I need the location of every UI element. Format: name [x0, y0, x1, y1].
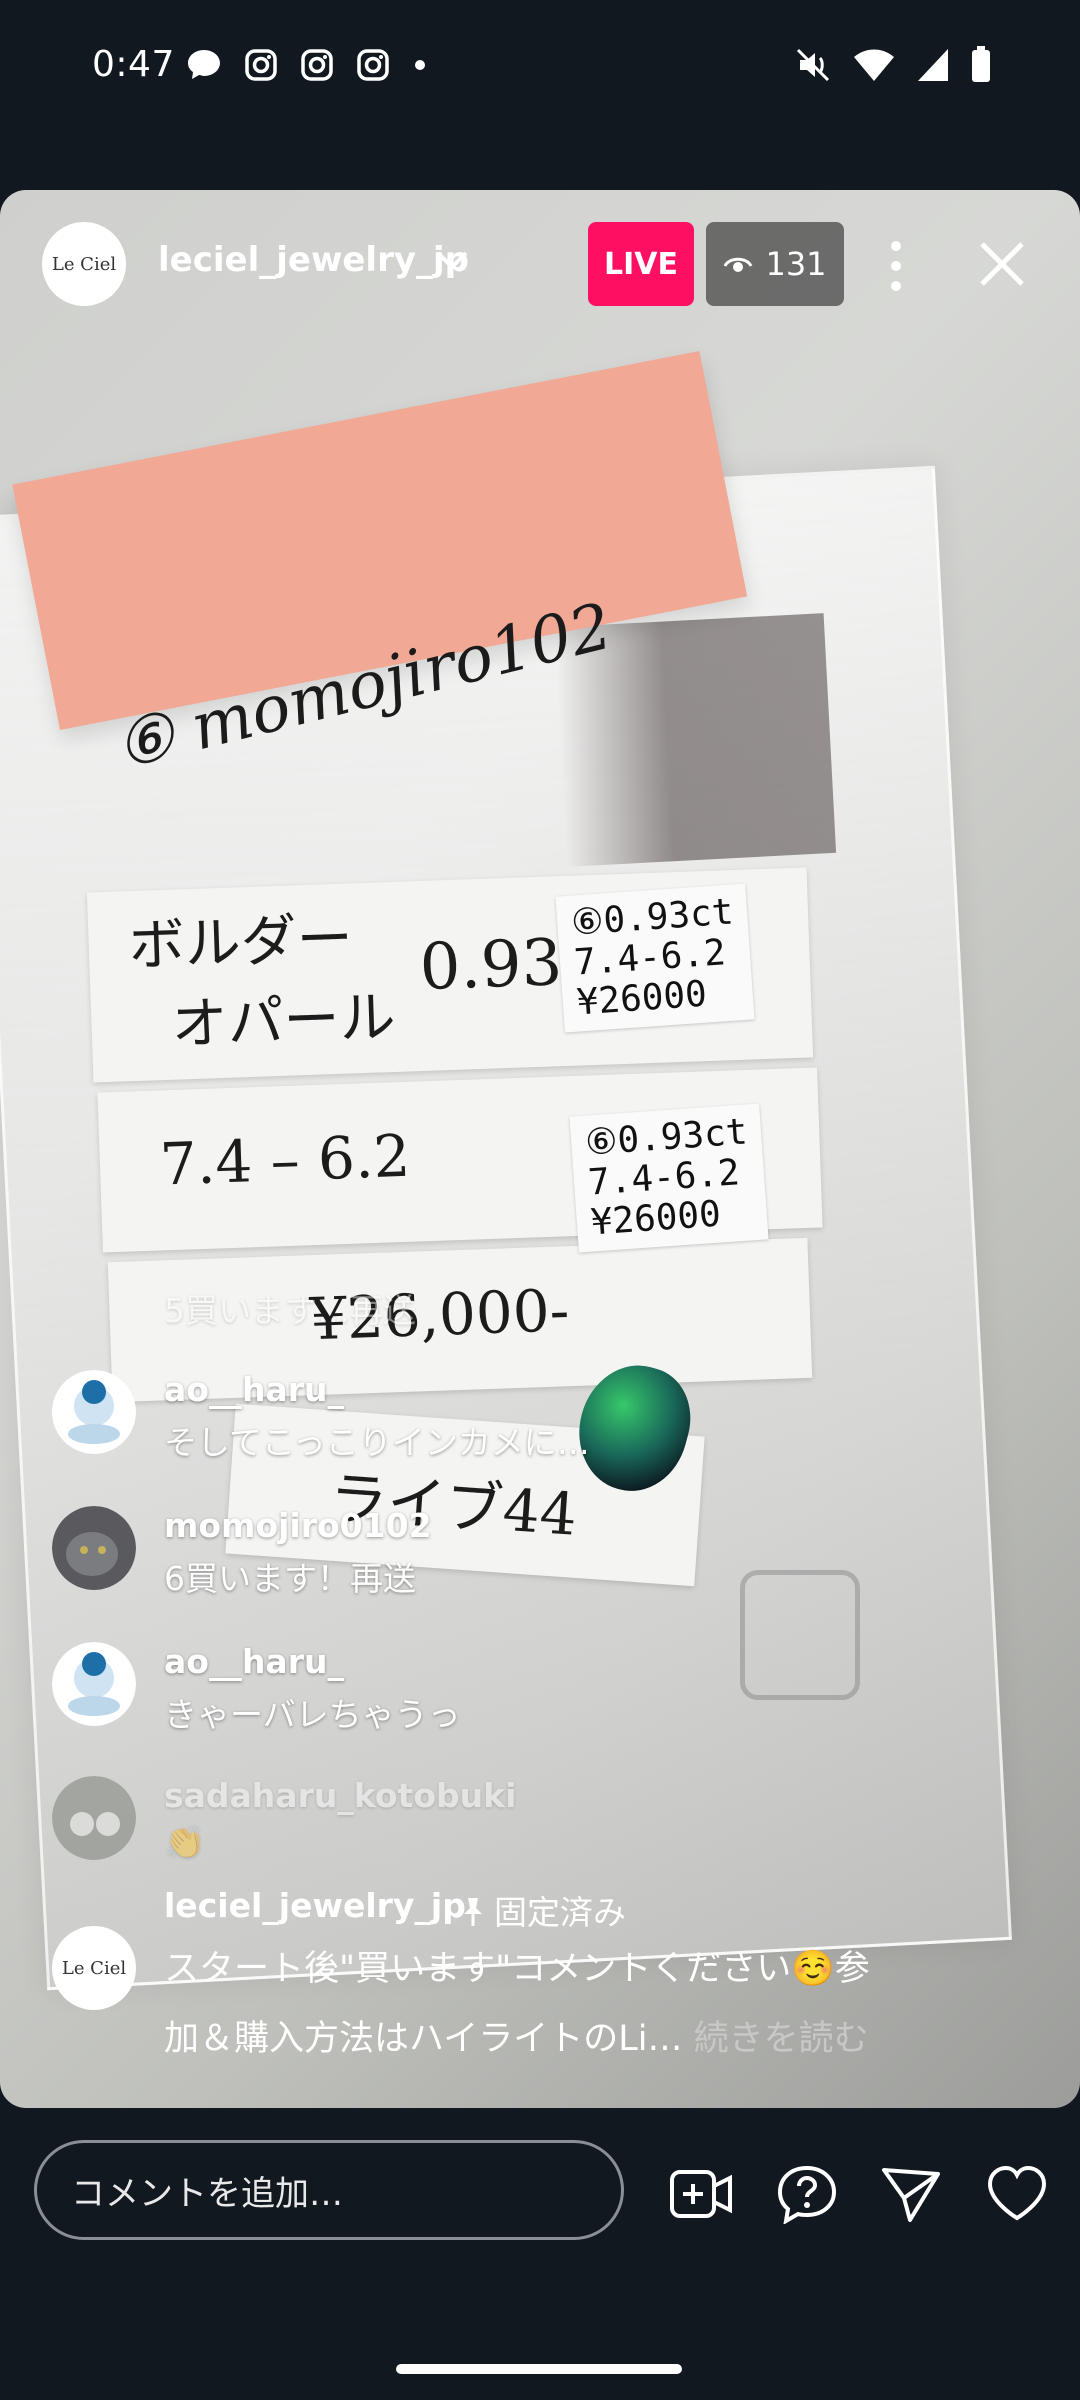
signal-icon: [918, 49, 948, 81]
viewer-count-badge[interactable]: 131: [706, 222, 844, 306]
host-avatar[interactable]: Le Ciel: [42, 222, 126, 306]
system-icons: [794, 46, 992, 84]
card-text: 7.4 – 6.2: [158, 1121, 412, 1199]
card-text: オパール: [170, 984, 397, 1058]
pinned-text-line: 加＆購入方法はハイライトのLi… 続きを読む: [164, 2010, 869, 2061]
live-video[interactable]: ⑥ momojiro102 ボルダー オパール 0.93ct 7.4 – 6.2…: [0, 190, 1080, 2108]
price-label: ⑥0.93ct 7.4-6.2 ¥26000: [555, 883, 755, 1033]
card-text: ボルダー: [127, 906, 354, 980]
dot-icon: [415, 60, 425, 70]
pinned-text-line: スタート後"買います"コメントください☺️参: [164, 1949, 870, 1989]
pinned-username[interactable]: leciel_jewelry_jp: [164, 1886, 466, 1925]
pin-icon: [464, 1898, 482, 1926]
host-avatar-text: Le Ciel: [51, 253, 117, 275]
close-icon[interactable]: [976, 238, 1028, 290]
comment-username[interactable]: ao__haru_: [164, 1370, 344, 1409]
comment-text: そしてこっこりインカメに…: [164, 1423, 590, 1462]
avatar[interactable]: [52, 1506, 136, 1590]
host-username[interactable]: leciel_jewelry_jp: [158, 240, 469, 280]
chevron-down-icon[interactable]: [434, 248, 470, 274]
battery-icon: [972, 46, 990, 82]
avatar[interactable]: [52, 1642, 136, 1726]
heart-icon[interactable]: [984, 2164, 1050, 2224]
home-indicator[interactable]: [396, 2364, 682, 2374]
status-time: 0:47: [92, 44, 175, 85]
avatar[interactable]: [52, 1370, 136, 1454]
send-icon[interactable]: [878, 2164, 944, 2224]
notification-icons: [186, 48, 428, 82]
comment-text: 6買います！再送: [164, 1559, 416, 1598]
comment-text: 👏: [164, 1822, 206, 1861]
wifi-icon: [854, 49, 894, 81]
pinned-avatar[interactable]: Le Ciel: [52, 1926, 136, 2010]
chat-bubble-icon: [188, 50, 220, 79]
pinned-text: 加＆購入方法はハイライトのLi…: [164, 2019, 683, 2059]
recycle-logo: [740, 1570, 860, 1700]
read-more-link[interactable]: 続きを読む: [694, 2019, 869, 2059]
label-line: ¥26000: [589, 1193, 723, 1244]
comment-username[interactable]: momojiro0102: [164, 1506, 432, 1545]
comment-text: 5買います…再送: [164, 1291, 416, 1330]
comment-input[interactable]: コメントを追加…: [34, 2140, 624, 2240]
mute-icon: [796, 48, 830, 82]
more-options-icon[interactable]: [876, 238, 916, 294]
comment-username[interactable]: sadaharu_kotobuki: [164, 1776, 516, 1815]
comment-placeholder: コメントを追加…: [71, 2173, 343, 2214]
label-line: ¥26000: [575, 973, 709, 1024]
price-label: ⑥0.93ct 7.4-6.2 ¥26000: [569, 1103, 769, 1253]
instagram-icon: [301, 49, 333, 81]
comment-username[interactable]: ao__haru_: [164, 1642, 344, 1681]
pinned-label-text: 固定済み: [494, 1893, 626, 1932]
status-bar: 0:47: [0, 0, 1080, 136]
viewer-count: 131: [765, 245, 827, 283]
comment-text: きゃーバレちゃうっ: [164, 1695, 461, 1734]
live-badge: LIVE: [588, 222, 694, 306]
pinned-avatar-text: Le Ciel: [61, 1957, 127, 1979]
instagram-icon: [357, 49, 389, 81]
instagram-icon: [245, 49, 277, 81]
question-icon[interactable]: [774, 2164, 840, 2224]
add-video-icon[interactable]: [668, 2164, 734, 2224]
pinned-label: 固定済み: [460, 1886, 626, 1934]
eye-icon: [724, 257, 753, 272]
avatar[interactable]: [52, 1776, 136, 1860]
